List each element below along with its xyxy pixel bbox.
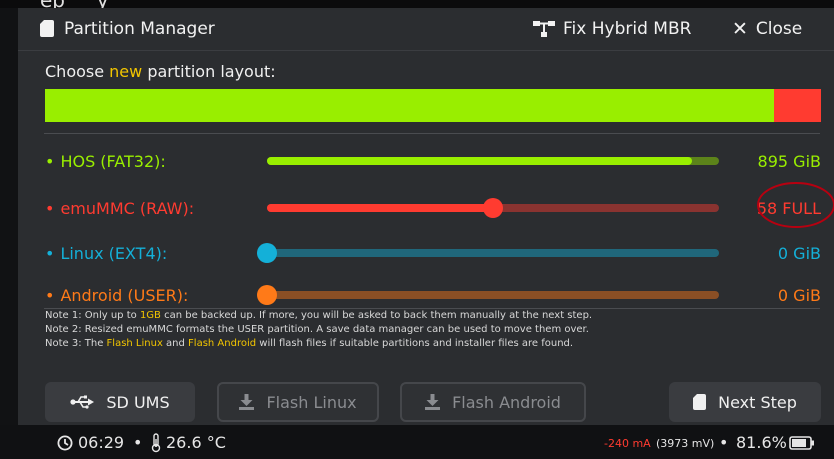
slider-knob-emummc[interactable] bbox=[483, 198, 503, 218]
status-bar: 06:29 • 26.6 °C -240 mA (3973 mV) • 81.6… bbox=[0, 425, 834, 459]
top-cropped-strip bbox=[0, 0, 834, 8]
slider-knob-linux[interactable] bbox=[257, 243, 277, 263]
partition-size-linux: 0 GiB bbox=[777, 244, 821, 263]
layout-bar-segment-emummc bbox=[773, 89, 821, 122]
window-title: Partition Manager bbox=[64, 19, 215, 39]
voltage-readout: (3973 mV) bbox=[656, 437, 715, 450]
partition-row-linux: • Linux (EXT4): 0 GiB bbox=[18, 238, 834, 268]
battery-icon bbox=[789, 436, 814, 450]
partition-row-hos: • HOS (FAT32): 895 GiB bbox=[18, 146, 834, 176]
network-icon bbox=[533, 21, 555, 37]
time-readout: 06:29 bbox=[78, 433, 125, 452]
slider-fill-emummc bbox=[267, 204, 493, 212]
flash-android-label: Flash Android bbox=[452, 392, 561, 412]
battery-readout: 81.6% bbox=[736, 433, 787, 452]
note-1: Note 1: Only up to 1GB can be backed up.… bbox=[45, 310, 593, 321]
next-step-label: Next Step bbox=[718, 392, 797, 412]
title-separator bbox=[18, 50, 834, 51]
download-icon bbox=[425, 394, 441, 410]
sd-ums-label: SD UMS bbox=[106, 392, 170, 412]
usb-icon bbox=[70, 395, 95, 409]
partition-row-emummc: • emuMMC (RAW): 58 FULL bbox=[18, 193, 834, 223]
status-separator-2: • bbox=[719, 433, 729, 452]
partition-label-hos: • HOS (FAT32): bbox=[45, 152, 166, 171]
sd-card-icon bbox=[693, 394, 707, 410]
fix-hybrid-mbr-label: Fix Hybrid MBR bbox=[563, 19, 692, 39]
note-2: Note 2: Resized emuMMC formats the USER … bbox=[45, 324, 589, 335]
partition-size-hos: 895 GiB bbox=[757, 152, 821, 171]
download-icon bbox=[239, 394, 255, 410]
flash-linux-button[interactable]: Flash Linux bbox=[217, 382, 379, 422]
partition-row-android: • Android (USER): 0 GiB bbox=[18, 280, 834, 310]
flash-linux-label: Flash Linux bbox=[266, 392, 357, 412]
partition-manager-window: Partition Manager Fix Hybrid MBR ✕ Close… bbox=[18, 8, 834, 425]
slider-fill-hos bbox=[267, 157, 692, 165]
status-separator: • bbox=[133, 433, 143, 452]
layout-separator bbox=[44, 133, 820, 134]
partition-layout-bar bbox=[45, 89, 821, 122]
partition-label-emummc: • emuMMC (RAW): bbox=[45, 199, 195, 218]
note-3: Note 3: The Flash Linux and Flash Androi… bbox=[45, 338, 574, 349]
title-bar: Partition Manager Fix Hybrid MBR ✕ Close bbox=[18, 8, 834, 50]
current-readout: -240 mA bbox=[604, 437, 651, 450]
slider-track-linux[interactable] bbox=[267, 249, 719, 257]
clock-icon bbox=[57, 435, 73, 451]
thermometer-icon bbox=[151, 433, 161, 453]
partition-label-linux: • Linux (EXT4): bbox=[45, 244, 168, 263]
flash-android-button[interactable]: Flash Android bbox=[400, 382, 586, 422]
next-step-button[interactable]: Next Step bbox=[669, 382, 821, 422]
close-button[interactable]: ✕ Close bbox=[732, 14, 802, 44]
rows-separator bbox=[44, 308, 820, 309]
fix-hybrid-mbr-button[interactable]: Fix Hybrid MBR bbox=[533, 14, 691, 44]
choose-layout-heading: Choose new partition layout: bbox=[45, 62, 276, 81]
annotation-circle bbox=[757, 182, 834, 228]
slider-knob-android[interactable] bbox=[257, 285, 277, 305]
temperature-readout: 26.6 °C bbox=[166, 433, 226, 452]
close-icon: ✕ bbox=[732, 18, 748, 40]
partition-label-android: • Android (USER): bbox=[45, 286, 189, 305]
close-label: Close bbox=[755, 19, 803, 39]
partition-size-android: 0 GiB bbox=[777, 286, 821, 305]
sd-card-icon bbox=[40, 20, 54, 37]
layout-bar-segment-hos bbox=[45, 89, 774, 122]
sd-ums-button[interactable]: SD UMS bbox=[45, 382, 195, 422]
slider-track-android[interactable] bbox=[267, 291, 719, 299]
